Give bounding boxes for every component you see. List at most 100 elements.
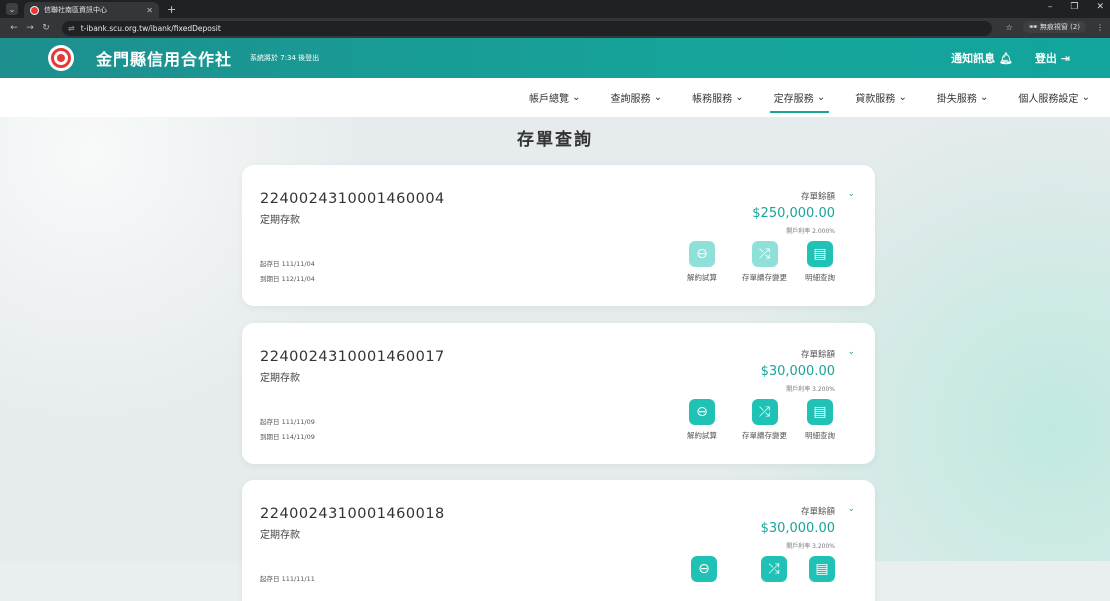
- tab-close-icon[interactable]: ✕: [146, 6, 153, 15]
- toolbar-right: ☆ 🕶 無痕視窗 (2) ⋮: [1006, 21, 1104, 33]
- browser-menu-icon[interactable]: ⋮: [1096, 23, 1104, 32]
- account-number: 2240024310001460017: [260, 349, 445, 365]
- minimize-icon[interactable]: –: [1048, 2, 1053, 12]
- chevron-down-icon[interactable]: ⌄: [847, 347, 855, 357]
- renewal-change-button[interactable]: ⤮ 存單續存變更: [742, 399, 787, 441]
- nav-label: 個人服務設定: [1018, 94, 1079, 105]
- end-date: 到期日 114/11/09: [260, 433, 315, 441]
- url-field[interactable]: ⇌ t-ibank.scu.org.tw/ibank/fixedDeposit: [62, 20, 992, 36]
- document-icon: ▤: [807, 241, 833, 267]
- deposit-card: 2240024310001460004 定期存款 起存日 111/11/04 到…: [242, 165, 875, 306]
- chevron-down-icon: ⌄: [1081, 92, 1090, 103]
- action-label: 明細查詢: [805, 431, 835, 440]
- account-type: 定期存款: [260, 530, 300, 541]
- logout-icon: ⇥: [1060, 52, 1070, 65]
- nav-label: 掛失服務: [936, 94, 977, 105]
- site-info-icon[interactable]: ⇌: [68, 24, 75, 33]
- terminate-calc-button[interactable]: ⊖ 解約試算: [687, 399, 717, 441]
- brand-name: 金門縣信用合作社: [96, 50, 233, 69]
- nav-loan-services[interactable]: 貸款服務 ⌄: [855, 78, 907, 117]
- chevron-down-icon: ⌄: [898, 92, 907, 103]
- bank-logo[interactable]: [48, 45, 74, 71]
- document-icon: ▤: [807, 399, 833, 425]
- action-label: 解約試算: [687, 431, 717, 440]
- balance-label: 存單餘額: [800, 350, 835, 360]
- shuffle-icon: ⤮: [751, 399, 778, 425]
- reload-icon[interactable]: ↻: [38, 23, 54, 33]
- shuffle-icon: ⤮: [751, 241, 778, 267]
- interest-rate: 開戶利率 2.000%: [786, 228, 835, 235]
- url-text: t-ibank.scu.org.tw/ibank/fixedDeposit: [80, 23, 221, 33]
- start-date: 起存日 111/11/04: [260, 260, 315, 268]
- incognito-badge[interactable]: 🕶 無痕視窗 (2): [1022, 21, 1086, 33]
- detail-query-button[interactable]: ▤ 明細查詢: [805, 241, 835, 283]
- nav-personal-settings[interactable]: 個人服務設定 ⌄: [1018, 78, 1090, 117]
- action-label: 解約試算: [687, 273, 717, 282]
- minus-circle-icon: ⊖: [689, 399, 715, 425]
- logout-link[interactable]: 登出 ⇥: [1035, 50, 1070, 66]
- bell-icon: 🔔︎: [998, 52, 1013, 65]
- new-tab-icon[interactable]: +: [167, 3, 176, 16]
- detail-query-button[interactable]: ▤: [809, 556, 835, 587]
- address-bar-row: ← → ↻ ⇌ t-ibank.scu.org.tw/ibank/fixedDe…: [0, 18, 1110, 38]
- logout-label: 登出: [1034, 52, 1057, 65]
- main-nav: 帳戶總覽 ⌄ 查詢服務 ⌄ 帳務服務 ⌄ 定存服務 ⌄ 貸款服務 ⌄ 掛失服務 …: [0, 78, 1110, 117]
- site-header: 金門縣信用合作社 系統將於 7:34 後登出 通知訊息 🔔︎ 登出 ⇥: [0, 38, 1110, 78]
- close-window-icon[interactable]: ✕: [1096, 2, 1104, 12]
- renewal-change-button[interactable]: ⤮ 存單續存變更: [742, 241, 787, 283]
- browser-tab[interactable]: 信聯社南區資訊中心 ✕: [24, 2, 159, 18]
- start-date: 起存日 111/11/09: [260, 418, 315, 426]
- forward-icon[interactable]: →: [22, 23, 38, 33]
- end-date: 到期日 112/11/04: [260, 275, 315, 283]
- nav-label: 定存服務: [773, 94, 814, 105]
- balance-amount: $250,000.00: [752, 206, 835, 221]
- back-icon[interactable]: ←: [6, 23, 22, 33]
- notify-link[interactable]: 通知訊息 🔔︎: [951, 50, 1013, 66]
- account-number: 2240024310001460004: [260, 191, 445, 207]
- chevron-down-icon[interactable]: ⌄: [847, 189, 855, 199]
- chevron-down-icon[interactable]: ⌄: [847, 504, 855, 514]
- interest-rate: 開戶利率 3.200%: [786, 543, 835, 550]
- interest-rate: 開戶利率 3.200%: [786, 386, 835, 393]
- balance-amount: $30,000.00: [760, 521, 835, 536]
- restore-icon[interactable]: ❐: [1070, 2, 1078, 12]
- chevron-down-icon: ⌄: [653, 92, 663, 103]
- bookmark-star-icon[interactable]: ☆: [1006, 23, 1013, 32]
- renewal-change-button[interactable]: ⤮: [761, 556, 787, 587]
- nav-label: 帳戶總覽: [528, 94, 569, 105]
- terminate-calc-button[interactable]: ⊖: [691, 556, 717, 587]
- chevron-down-icon: ⌄: [735, 92, 744, 103]
- balance-amount: $30,000.00: [760, 364, 835, 379]
- minus-circle-icon: ⊖: [691, 556, 717, 582]
- chevron-down-icon: ⌄: [572, 92, 581, 103]
- main-content: 存單查詢 2240024310001460004 定期存款 起存日 111/11…: [0, 117, 1110, 601]
- nav-account-services[interactable]: 帳務服務 ⌄: [692, 78, 744, 117]
- deposit-card: 2240024310001460017 定期存款 起存日 111/11/09 到…: [242, 323, 875, 464]
- page-title: 存單查詢: [517, 130, 593, 150]
- favicon-icon: [30, 5, 39, 15]
- nav-label: 帳務服務: [692, 94, 733, 105]
- shuffle-icon: ⤮: [761, 556, 787, 582]
- incognito-label: 無痕視窗 (2): [1039, 23, 1080, 31]
- chevron-down-icon: ⌄: [980, 92, 989, 103]
- tab-search-icon[interactable]: ⌄: [6, 3, 18, 15]
- minus-circle-icon: ⊖: [689, 241, 715, 267]
- session-timer: 系統將於 7:34 後登出: [250, 54, 320, 62]
- nav-deposit-services[interactable]: 定存服務 ⌄: [769, 78, 829, 117]
- detail-query-button[interactable]: ▤ 明細查詢: [805, 399, 835, 441]
- balance-label: 存單餘額: [800, 192, 835, 202]
- action-label: 存單續存變更: [742, 273, 787, 282]
- nav-inquiry[interactable]: 查詢服務 ⌄: [611, 78, 663, 117]
- account-type: 定期存款: [260, 215, 300, 226]
- nav-label: 查詢服務: [610, 94, 651, 105]
- nav-report-loss[interactable]: 掛失服務 ⌄: [937, 78, 989, 117]
- start-date: 起存日 111/11/11: [260, 575, 315, 583]
- tab-title: 信聯社南區資訊中心: [44, 6, 107, 14]
- notify-label: 通知訊息: [951, 52, 996, 65]
- document-icon: ▤: [809, 556, 835, 582]
- balance-label: 存單餘額: [800, 507, 835, 517]
- nav-account-overview[interactable]: 帳戶總覽 ⌄: [529, 78, 581, 117]
- chevron-down-icon: ⌄: [816, 92, 826, 103]
- account-type: 定期存款: [260, 373, 300, 384]
- terminate-calc-button[interactable]: ⊖ 解約試算: [687, 241, 717, 283]
